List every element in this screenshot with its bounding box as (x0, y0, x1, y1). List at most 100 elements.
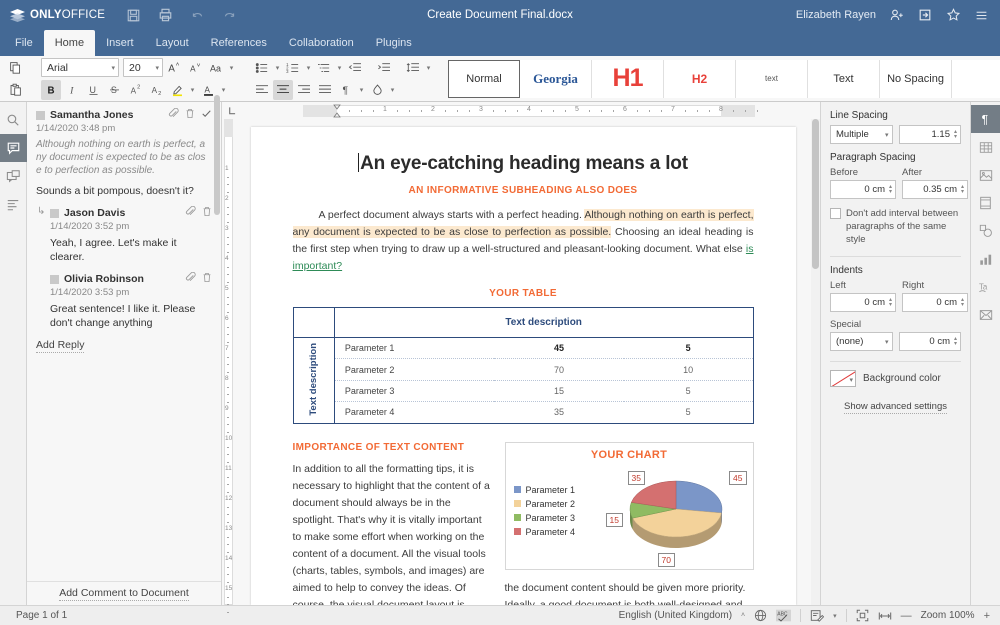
subscript-button[interactable]: A2 (146, 80, 166, 100)
paragraph-settings-icon[interactable]: ¶ (970, 105, 1000, 133)
document-table[interactable]: Text description Text description Parame… (292, 307, 754, 424)
vertical-ruler[interactable]: 1 2 3 4 5 6 7 8 9 10 11 12 13 14 15 (222, 119, 235, 613)
tab-plugins[interactable]: Plugins (365, 30, 423, 56)
left-indent-input[interactable]: 0 cm ▴ ▾ (830, 293, 896, 312)
menu-icon[interactable] (968, 2, 994, 28)
stepper-arrows[interactable]: ▴ ▾ (889, 297, 892, 308)
document-scrollbar[interactable] (811, 119, 820, 605)
favorite-icon[interactable] (940, 2, 966, 28)
headings-icon[interactable] (0, 190, 27, 218)
add-comment-to-document-button[interactable]: Add Comment to Document (27, 581, 221, 605)
style-h1[interactable]: H1 (592, 59, 664, 98)
tab-home[interactable]: Home (43, 30, 96, 56)
style-empty[interactable] (952, 59, 1000, 98)
strikeout-button[interactable]: S (104, 80, 124, 100)
fit-page-icon[interactable] (856, 609, 869, 622)
line-spacing-value-input[interactable]: 1.15 ▴ ▾ (898, 125, 961, 144)
stepper-arrows[interactable]: ▴ ▾ (961, 297, 964, 308)
align-left-button[interactable] (252, 80, 272, 100)
document-page[interactable]: An eye-catching heading means a lot AN I… (250, 127, 796, 605)
document-canvas[interactable]: An eye-catching heading means a lot AN I… (235, 119, 811, 605)
zoom-in-button[interactable]: + (984, 610, 990, 622)
redo-icon[interactable] (215, 3, 243, 27)
copy-icon[interactable] (5, 58, 25, 78)
stepper-arrows[interactable]: ▴ ▾ (954, 129, 957, 140)
paste-icon[interactable] (5, 80, 25, 100)
background-color-row[interactable]: ▾ Background color (830, 370, 961, 387)
numbered-list-icon[interactable]: 123 (283, 58, 303, 78)
style-text-small[interactable]: text (736, 59, 808, 98)
save-icon[interactable] (119, 3, 147, 27)
spacing-before-input[interactable]: 0 cm ▴ ▾ (830, 180, 896, 199)
print-icon[interactable] (151, 3, 179, 27)
style-no-spacing[interactable]: No Spacing (880, 59, 952, 98)
delete-icon[interactable] (185, 108, 195, 122)
text-art-settings-icon[interactable]: Ta (971, 273, 1000, 301)
chevron-down-icon[interactable]: ▾ (833, 612, 837, 620)
tab-collaboration[interactable]: Collaboration (278, 30, 365, 56)
background-color-swatch[interactable]: ▾ (830, 370, 856, 387)
chat-icon[interactable] (0, 162, 27, 190)
header-footer-settings-icon[interactable] (971, 189, 1000, 217)
spacing-after-input[interactable]: 0.35 cm ▴ ▾ (902, 180, 968, 199)
style-georgia[interactable]: Georgia (520, 59, 592, 98)
chevron-down-icon[interactable]: ▾ (227, 64, 236, 72)
style-text[interactable]: Text (808, 59, 880, 98)
italic-button[interactable]: I (62, 80, 82, 100)
comments-scrollbar-thumb[interactable] (214, 95, 220, 215)
underline-button[interactable]: U (83, 80, 103, 100)
align-center-button[interactable] (273, 79, 293, 100)
increment-font-size-icon[interactable]: A ˄ (164, 58, 184, 78)
bullet-list-icon[interactable] (252, 58, 272, 78)
align-right-button[interactable] (294, 80, 314, 100)
chart-container[interactable]: YOUR CHART Parameter 1 Parameter 2 Param… (504, 441, 754, 570)
tab-file[interactable]: File (4, 30, 44, 56)
special-indent-select[interactable]: (none) ▾ (830, 332, 893, 351)
paragraph-marks-icon[interactable]: ¶ (336, 80, 356, 100)
tab-references[interactable]: References (200, 30, 278, 56)
highlight-color-icon[interactable] (167, 80, 187, 100)
decrease-indent-icon[interactable] (345, 58, 365, 78)
undo-icon[interactable] (183, 3, 211, 27)
font-name-input[interactable]: Arial ▾ (41, 58, 119, 77)
decrement-font-size-icon[interactable]: A ˅ (185, 58, 205, 78)
comments-icon[interactable] (0, 134, 27, 162)
mail-merge-settings-icon[interactable] (971, 301, 1000, 329)
chevron-down-icon[interactable]: ▾ (335, 64, 344, 72)
shading-color-icon[interactable] (367, 80, 387, 100)
attach-icon[interactable] (185, 271, 196, 286)
line-spacing-mode-select[interactable]: Multiple ▾ (830, 125, 893, 144)
style-h2[interactable]: H2 (664, 59, 736, 98)
bold-button[interactable]: B (41, 79, 61, 100)
chevron-down-icon[interactable]: ▾ (273, 64, 282, 72)
stepper-arrows[interactable]: ▴ ▾ (961, 184, 964, 195)
superscript-button[interactable]: A2 (125, 80, 145, 100)
search-icon[interactable] (0, 106, 27, 134)
add-reply-button[interactable]: Add Reply (36, 339, 85, 353)
no-interval-checkbox-row[interactable]: Don't add interval between paragraphs of… (830, 207, 961, 246)
app-logo[interactable]: ONLYOFFICE (0, 8, 119, 22)
add-user-icon[interactable] (884, 2, 910, 28)
delete-icon[interactable] (202, 206, 212, 220)
delete-icon[interactable] (202, 272, 212, 286)
horizontal-ruler[interactable]: 12345678 (240, 104, 818, 117)
right-indent-input[interactable]: 0 cm ▴ ▾ (902, 293, 968, 312)
no-interval-checkbox[interactable] (830, 208, 841, 219)
attach-icon[interactable] (168, 107, 179, 122)
table-settings-icon[interactable] (971, 133, 1000, 161)
tab-layout[interactable]: Layout (145, 30, 200, 56)
font-size-input[interactable]: 20 ▾ (123, 58, 163, 77)
language-label[interactable]: English (United Kingdom) (619, 610, 732, 621)
open-location-icon[interactable] (912, 2, 938, 28)
change-case-icon[interactable]: Aa (206, 58, 226, 78)
fit-width-icon[interactable] (878, 610, 892, 622)
chevron-down-icon[interactable]: ▾ (424, 64, 433, 72)
tab-stop-selector[interactable] (222, 102, 240, 119)
special-indent-amount-input[interactable]: 0 cm ▴ ▾ (898, 332, 961, 351)
shape-settings-icon[interactable] (971, 217, 1000, 245)
chevron-up-icon[interactable]: ˄ (741, 612, 745, 619)
scrollbar-thumb[interactable] (812, 119, 819, 269)
multilevel-list-icon[interactable] (314, 58, 334, 78)
stepper-arrows[interactable]: ▴ ▾ (954, 336, 957, 347)
zoom-level-label[interactable]: Zoom 100% (921, 610, 975, 621)
